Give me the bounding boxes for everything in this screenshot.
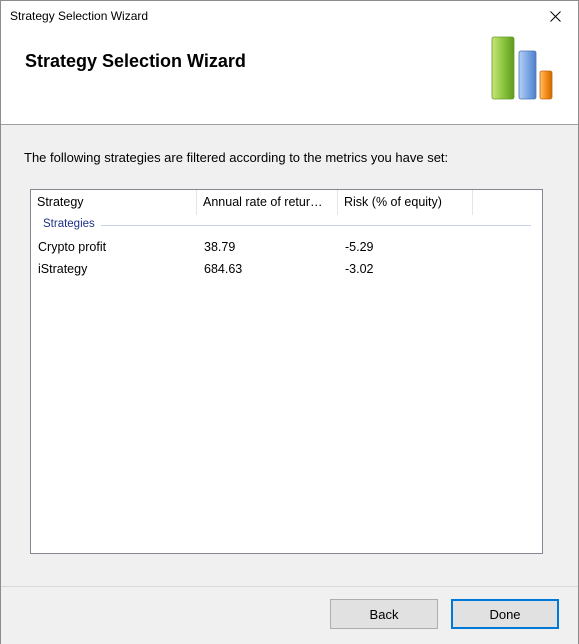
back-button[interactable]: Back bbox=[330, 599, 438, 629]
title-bar: Strategy Selection Wizard bbox=[1, 1, 578, 31]
wizard-header: Strategy Selection Wizard bbox=[1, 31, 578, 125]
done-button[interactable]: Done bbox=[451, 599, 559, 629]
column-header-annual-return[interactable]: Annual rate of retur… bbox=[197, 190, 338, 215]
close-icon bbox=[549, 10, 561, 22]
wizard-content: The following strategies are filtered ac… bbox=[1, 125, 578, 586]
table-row[interactable]: Crypto profit 38.79 -5.29 bbox=[31, 236, 542, 258]
cell-annual-return: 38.79 bbox=[204, 240, 236, 254]
wizard-footer: Back Done bbox=[1, 586, 578, 644]
column-header-strategy[interactable]: Strategy bbox=[31, 190, 197, 215]
window-title: Strategy Selection Wizard bbox=[10, 9, 149, 23]
group-header-strategies[interactable]: Strategies bbox=[43, 218, 531, 232]
cell-strategy: Crypto profit bbox=[38, 240, 107, 254]
group-divider bbox=[43, 225, 531, 226]
cell-risk: -3.02 bbox=[345, 262, 374, 276]
intro-text: The following strategies are filtered ac… bbox=[24, 150, 449, 165]
close-button[interactable] bbox=[532, 1, 578, 31]
group-label: Strategies bbox=[43, 218, 101, 230]
wizard-window: Strategy Selection Wizard Strategy Selec… bbox=[0, 0, 579, 644]
cell-strategy: iStrategy bbox=[38, 262, 88, 276]
table-row[interactable]: iStrategy 684.63 -3.02 bbox=[31, 258, 542, 280]
bar-chart-logo-icon bbox=[491, 36, 553, 100]
column-header-risk[interactable]: Risk (% of equity) bbox=[338, 190, 473, 215]
list-header: Strategy Annual rate of retur… Risk (% o… bbox=[31, 190, 542, 215]
cell-annual-return: 684.63 bbox=[204, 262, 243, 276]
cell-risk: -5.29 bbox=[345, 240, 374, 254]
strategy-list[interactable]: Strategy Annual rate of retur… Risk (% o… bbox=[30, 189, 543, 554]
page-title: Strategy Selection Wizard bbox=[25, 51, 246, 71]
